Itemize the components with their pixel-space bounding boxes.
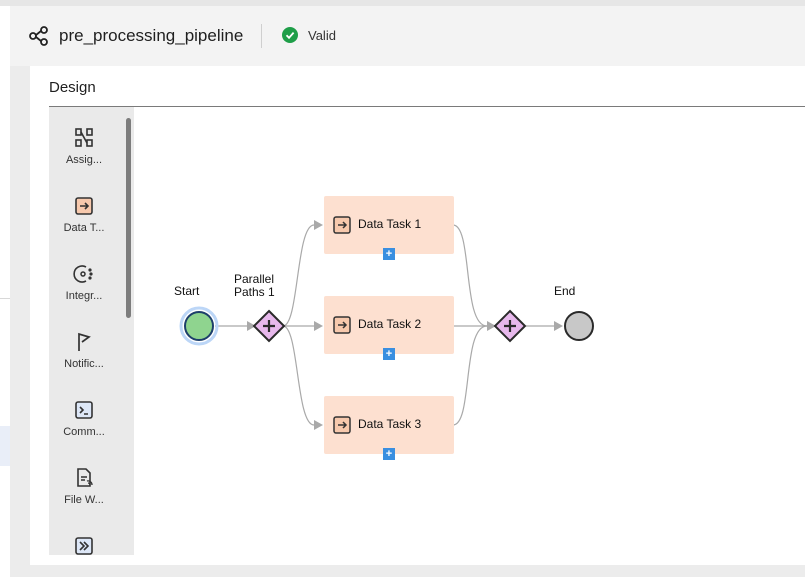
flow-connectors xyxy=(179,220,594,430)
header-divider xyxy=(261,24,262,48)
bottom-strip xyxy=(30,565,805,577)
data-task-icon xyxy=(75,197,93,215)
palette-item-assignment[interactable]: Assig... xyxy=(49,127,119,187)
end-label: End xyxy=(554,284,576,298)
start-label: Start xyxy=(174,284,200,298)
palette-item-next[interactable] xyxy=(49,535,119,555)
gutter-highlight xyxy=(0,426,10,466)
design-panel: Design Assig... Data T... Integr... Noti… xyxy=(30,66,805,565)
palette-item-notification[interactable]: Notific... xyxy=(49,331,119,391)
task-name: Data Task 1 xyxy=(358,217,422,231)
operator-palette: Assig... Data T... Integr... Notific... … xyxy=(49,107,134,555)
parallel-fork-gateway[interactable] xyxy=(252,309,286,343)
palette-item-label: Data T... xyxy=(63,222,105,234)
assignment-icon xyxy=(75,128,93,147)
command-icon xyxy=(75,401,93,419)
start-event[interactable] xyxy=(179,306,219,346)
data-task-icon xyxy=(333,416,351,434)
palette-item-label: Comm... xyxy=(63,426,105,438)
data-task-icon xyxy=(333,316,351,334)
palette-item-label: File W... xyxy=(64,494,104,506)
integration-icon xyxy=(73,265,93,283)
pipeline-title: pre_processing_pipeline xyxy=(59,26,244,45)
task-name: Data Task 2 xyxy=(358,317,422,331)
data-task-1[interactable]: Data Task 1 + xyxy=(324,196,454,260)
palette-item-label: Notific... xyxy=(64,358,104,370)
data-task-3[interactable]: Data Task 3 + xyxy=(324,396,454,460)
left-gutter xyxy=(0,6,10,577)
design-canvas[interactable]: Start Parallel Paths 1 End Data Task 1 +… xyxy=(134,107,805,555)
validation-status: Valid xyxy=(308,28,336,43)
file-watcher-icon xyxy=(77,468,93,487)
palette-item-data-task[interactable]: Data T... xyxy=(49,195,119,255)
palette-item-command[interactable]: Comm... xyxy=(49,399,119,459)
palette-item-label: Integr... xyxy=(65,290,103,302)
pipeline-header: pre_processing_pipeline Valid xyxy=(10,6,805,66)
check-circle-icon xyxy=(282,27,298,43)
end-event[interactable] xyxy=(564,311,594,341)
palette-item-integration[interactable]: Integr... xyxy=(49,263,119,323)
palette-item-file-watcher[interactable]: File W... xyxy=(49,467,119,527)
add-step-button[interactable]: + xyxy=(383,248,395,260)
add-step-button[interactable]: + xyxy=(383,448,395,460)
palette-scrollbar[interactable] xyxy=(126,118,131,318)
pipeline-icon xyxy=(29,26,48,46)
parallel-label-line2: Paths 1 xyxy=(234,285,275,299)
palette-item-label: Assig... xyxy=(65,154,103,166)
add-step-button[interactable]: + xyxy=(383,348,395,360)
data-task-icon xyxy=(333,216,351,234)
task-name: Data Task 3 xyxy=(358,417,422,431)
gutter-divider xyxy=(0,298,10,299)
design-tab-title[interactable]: Design xyxy=(49,79,96,96)
parallel-join-gateway[interactable] xyxy=(493,309,527,343)
notification-flag-icon xyxy=(78,332,91,351)
next-step-icon xyxy=(75,537,93,555)
data-task-2[interactable]: Data Task 2 + xyxy=(324,296,454,360)
